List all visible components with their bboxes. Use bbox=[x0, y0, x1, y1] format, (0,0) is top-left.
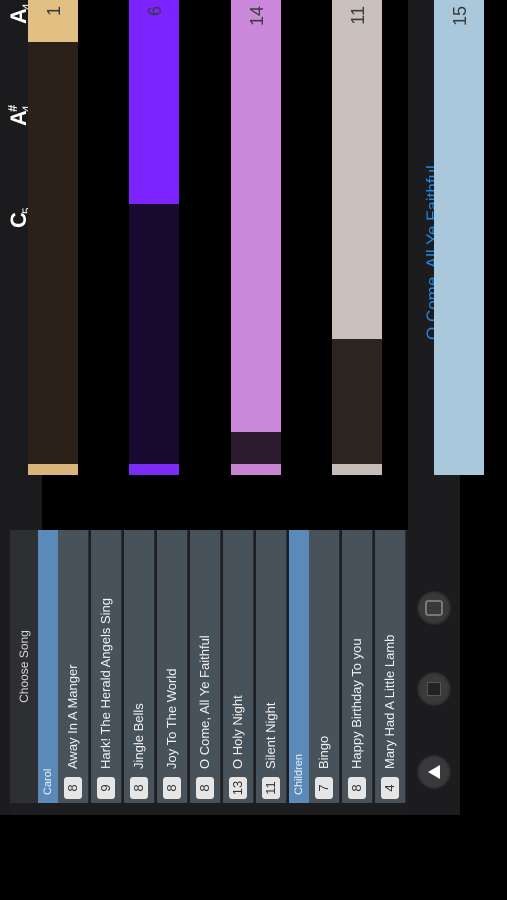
song-title: O Come, All Ye Faithful bbox=[197, 635, 212, 769]
song-title: Silent Night bbox=[263, 702, 278, 769]
note-count: 6 bbox=[145, 6, 165, 17]
bar-track bbox=[28, 0, 78, 464]
list-item-joy-to-the-world[interactable]: 8 Joy To The World bbox=[157, 530, 188, 803]
play-icon bbox=[428, 765, 440, 779]
song-title: Away In A Manger bbox=[65, 664, 80, 769]
repeat-button[interactable] bbox=[417, 591, 451, 625]
list-item-o-holy-night[interactable]: 13 O Holy Night bbox=[223, 530, 254, 803]
stop-icon bbox=[427, 682, 441, 696]
list-item-jingle-bells[interactable]: 8 Jingle Bells bbox=[124, 530, 155, 803]
song-title: Hark! The Herald Angels Sing bbox=[98, 597, 113, 769]
note-bar: 14 bbox=[231, 0, 281, 475]
song-title: Jingle Bells bbox=[131, 703, 146, 769]
list-item-hark-the-herald[interactable]: 9 Hark! The Herald Angels Sing bbox=[91, 530, 122, 803]
note-count-badge: 11 bbox=[262, 777, 280, 799]
note-bar: 6 bbox=[129, 0, 179, 475]
stop-button[interactable] bbox=[417, 672, 451, 706]
screen: Choose Song Carol 8 Away In A Manger 9 H… bbox=[0, 0, 507, 900]
list-item-bingo[interactable]: 7 Bingo bbox=[309, 530, 340, 803]
bar-fill bbox=[332, 0, 382, 339]
song-title: Bingo bbox=[316, 735, 331, 769]
note-bar: 15 bbox=[434, 0, 484, 475]
note-count-badge: 9 bbox=[97, 777, 115, 799]
bar-indicator bbox=[28, 464, 78, 475]
note-count: 15 bbox=[450, 6, 470, 27]
repeat-icon bbox=[425, 600, 443, 616]
note-count: 14 bbox=[247, 6, 267, 27]
note-count-badge: 7 bbox=[315, 777, 333, 799]
note-count-badge: 8 bbox=[130, 777, 148, 799]
song-title: O Holy Night bbox=[230, 695, 245, 769]
note-count-badge: 4 bbox=[381, 777, 399, 799]
note-count: 11 bbox=[348, 6, 368, 25]
note-bar: 1 bbox=[28, 0, 78, 475]
song-list: Choose Song Carol 8 Away In A Manger 9 H… bbox=[10, 530, 408, 815]
bar-fill bbox=[129, 0, 179, 204]
bar-indicator bbox=[231, 464, 281, 475]
list-item-o-come-all-ye-faithful[interactable]: 8 O Come, All Ye Faithful bbox=[190, 530, 221, 803]
play-button[interactable] bbox=[417, 755, 451, 789]
note-sharp: # bbox=[5, 104, 20, 112]
song-title: Happy Birthday To you bbox=[349, 638, 364, 769]
bar-indicator bbox=[129, 464, 179, 475]
category-children: Children bbox=[289, 530, 309, 803]
bar-indicator bbox=[434, 464, 484, 475]
list-item-away-in-a-manger[interactable]: 8 Away In A Manger bbox=[58, 530, 89, 803]
list-item-happy-birthday[interactable]: 8 Happy Birthday To you bbox=[342, 530, 373, 803]
bar-indicator bbox=[332, 464, 382, 475]
note-count-badge: 8 bbox=[163, 777, 181, 799]
note-count-badge: 13 bbox=[229, 777, 247, 799]
note-count-badge: 8 bbox=[196, 777, 214, 799]
landscape-view: Choose Song Carol 8 Away In A Manger 9 H… bbox=[0, 0, 484, 815]
note-count: 1 bbox=[44, 6, 64, 17]
list-item-mary-had-a-little-lamb[interactable]: 4 Mary Had A Little Lamb bbox=[375, 530, 406, 803]
note-bar: 11 bbox=[332, 0, 382, 475]
note-count-badge: 8 bbox=[348, 777, 366, 799]
bar-fill bbox=[434, 0, 484, 464]
note-count-badge: 8 bbox=[64, 777, 82, 799]
bar-fill bbox=[231, 0, 281, 432]
song-title: Joy To The World bbox=[164, 668, 179, 769]
list-item-silent-night[interactable]: 11 Silent Night bbox=[256, 530, 287, 803]
song-title: Mary Had A Little Lamb bbox=[382, 634, 397, 769]
